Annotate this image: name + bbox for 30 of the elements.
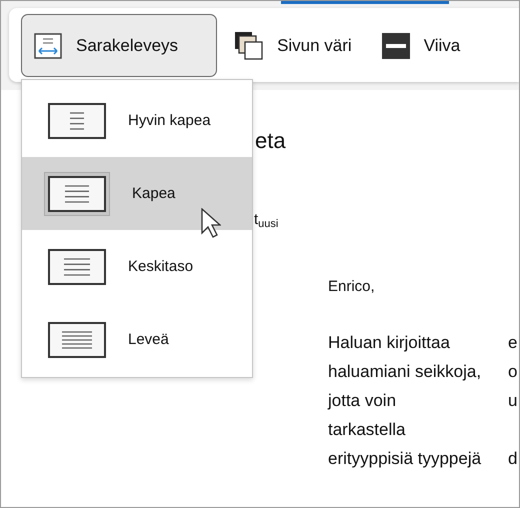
body-text: erityyppisiä tyyppejä [328, 449, 482, 469]
ribbon-button[interactable]: Sarakeleveys [21, 14, 218, 77]
greeting-text: Enrico, [328, 278, 376, 295]
menu-item-label: Hyvin kapea [128, 112, 211, 129]
menu-item-label: Leveä [128, 331, 169, 348]
body-text: tarkastella [328, 420, 406, 440]
document-icon [48, 176, 106, 212]
body-text: e [508, 333, 518, 353]
cursor-icon [201, 208, 221, 238]
body-text: jotta voin [328, 391, 398, 411]
overlapping-pages-icon [234, 31, 264, 60]
document-icon [48, 322, 106, 358]
menu-item[interactable]: Kapea [22, 157, 252, 230]
document-subtitle: t$_{uusi}$ [254, 211, 280, 230]
menu-item[interactable]: Hyvin kapea [22, 84, 252, 157]
menu-item[interactable]: Leveä [22, 303, 252, 376]
ribbon-button[interactable]: Viiva [374, 14, 474, 77]
body-text: d [508, 449, 518, 469]
document-icon [48, 102, 106, 138]
menu-item[interactable]: Keskitaso [22, 230, 252, 303]
menu-item-label: Kapea [132, 185, 176, 202]
ribbon-button[interactable]: Sivun väri [227, 14, 365, 77]
body-text: u [508, 391, 518, 411]
document-heading: eta [255, 128, 287, 154]
body-text: Haluan kirjoittaa [328, 333, 451, 353]
body-text: o [508, 362, 518, 382]
body-text: haluamiani seikkoja, [328, 362, 482, 382]
document-icon [48, 248, 106, 284]
menu-item-label: Keskitaso [128, 258, 194, 275]
column-width-icon [34, 32, 62, 58]
